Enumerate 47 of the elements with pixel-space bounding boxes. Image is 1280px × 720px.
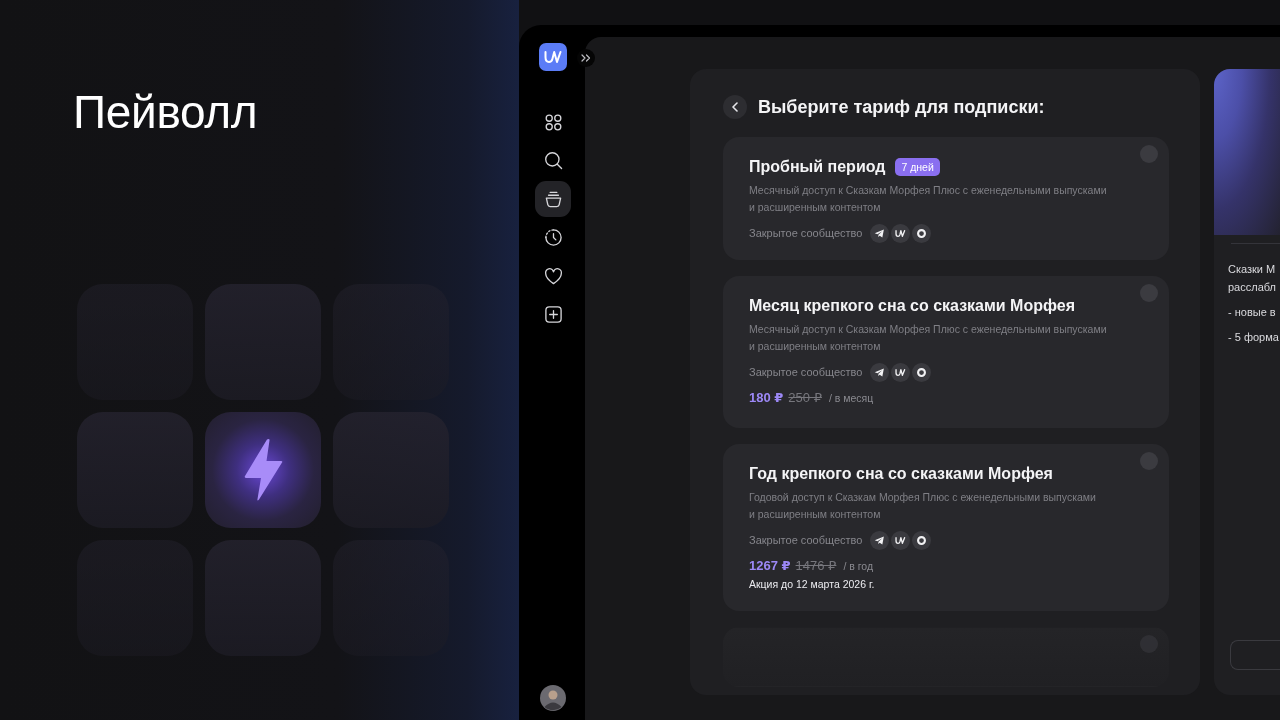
details-bullet: - 5 форма [1228, 330, 1280, 345]
panel-title: Выберите тариф для подписки: [758, 96, 1045, 118]
sidebar-nav-button[interactable] [535, 181, 571, 217]
plan-card[interactable]: Месяц крепкого сна со сказками Морфея Месячный доступ к Сказкам Морфея Плюс с еженедельными выпусками и расширенным контентом Закрытое сообщество 180 ₽ 250 ₽ / в месяц [723, 276, 1169, 428]
history-icon [543, 228, 563, 247]
logo-icon[interactable] [539, 43, 567, 71]
plan-card[interactable]: Год крепкого сна со сказками Морфея Годовой доступ к Сказкам Морфея Плюс с еженедельными выпусками и расширенным контентом Закрытое сообщество 1267 ₽ 1476 ₽ / в год Акция до 12 марта 2026 г. [723, 444, 1169, 611]
promo-note: Акция до 12 марта 2026 г. [749, 578, 876, 591]
double-chevron-icon [581, 54, 591, 62]
details-bullet: - новые в [1228, 305, 1277, 320]
paper-plane-icon[interactable] [870, 223, 890, 243]
chevron-left-icon [731, 102, 738, 112]
old-price: 1476 ₽ [795, 558, 837, 573]
plan-title: Год крепкого сна со сказками Морфея [749, 465, 1053, 483]
user-avatar[interactable] [540, 685, 566, 711]
community-label: Закрытое сообщество [749, 366, 863, 378]
plan-price: 1267 ₽ [749, 558, 791, 573]
bowl-icon [543, 189, 563, 209]
community-label: Закрытое сообщество [749, 227, 863, 239]
paper-plane-icon[interactable] [870, 530, 890, 550]
plan-title: Пробный период [749, 158, 886, 176]
plan-description: Месячный доступ к Сказкам Морфея Плюс с еженедельными выпусками и расширенным контентом [749, 322, 1108, 354]
search-icon [543, 151, 563, 170]
logo-icon[interactable] [891, 530, 911, 550]
logo-icon[interactable] [891, 362, 911, 382]
ring-icon[interactable] [912, 223, 932, 243]
price-period: / в месяц [828, 392, 874, 404]
logo-icon[interactable] [891, 223, 911, 243]
community-label: Закрытое сообщество [749, 534, 863, 546]
page-title: Пейволл [73, 89, 259, 135]
ring-icon[interactable] [912, 362, 932, 382]
grid-icon [543, 112, 563, 132]
plan-title: Месяц крепкого сна со сказками Морфея [749, 297, 1075, 315]
details-text: Сказки М расслабл [1228, 262, 1277, 295]
ring-icon[interactable] [912, 530, 932, 550]
heart-icon [543, 266, 563, 286]
plan-description: Годовой доступ к Сказкам Морфея Плюс с еженедельными выпусками и расширенным контентом [749, 490, 1097, 522]
price-period: / в год [843, 560, 874, 572]
add-icon [543, 305, 563, 324]
duration-badge: 7 дней [895, 158, 940, 176]
plan-description: Месячный доступ к Сказкам Морфея Плюс с еженедельными выпусками и расширенным контентом [749, 183, 1108, 215]
plan-price: 180 ₽ [749, 390, 784, 405]
old-price: 250 ₽ [788, 390, 822, 405]
expand-button[interactable] [577, 49, 595, 67]
back-button[interactable] [723, 95, 747, 119]
plan-card[interactable]: Пробный период 7 дней Месячный доступ к Сказкам Морфея Плюс с еженедельными выпусками и расширенным контентом Закрытое сообщество [723, 137, 1169, 260]
paper-plane-icon[interactable] [870, 362, 890, 382]
